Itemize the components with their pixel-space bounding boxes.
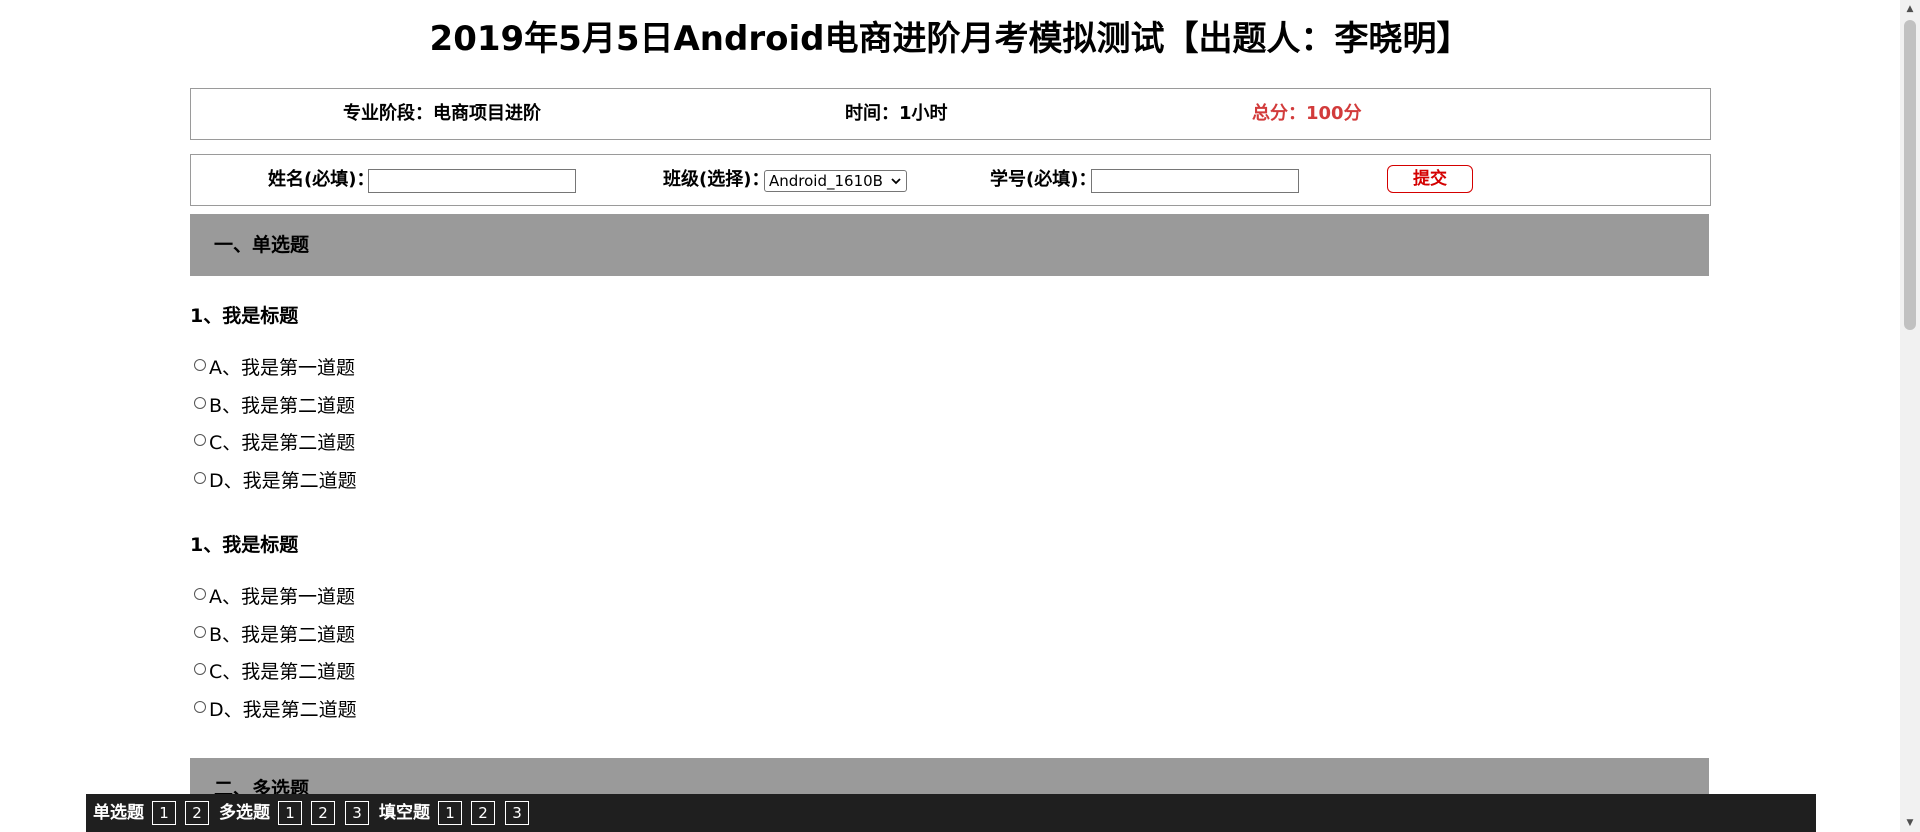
exam-page: 2019年5月5日Android电商进阶月考模拟测试【出题人：李晓明】 专业阶段… [0, 0, 1900, 832]
triangle-down-icon[interactable]: ▼ [1900, 814, 1920, 832]
nav-multi-choice-label: 多选题 [219, 803, 270, 823]
student-id-input[interactable] [1091, 169, 1299, 193]
vertical-scrollbar[interactable]: ▲ ▼ [1900, 0, 1920, 832]
nav-single-choice-label: 单选题 [93, 803, 144, 823]
chevron-down-icon [891, 172, 901, 196]
nav-fill-item[interactable]: 3 [505, 801, 529, 825]
option-a[interactable]: A、我是第一道题 [194, 353, 355, 383]
class-select-value: Android_1610B [769, 172, 883, 190]
class-label: 班级(选择)： [663, 169, 770, 190]
radio-unchecked-icon[interactable] [194, 359, 206, 371]
submit-button[interactable]: 提交 [1387, 165, 1473, 193]
option-text: C、我是第二道题 [209, 661, 356, 683]
total-score-text: 总分：100分 [1252, 103, 1362, 124]
name-input[interactable] [368, 169, 576, 193]
time-text: 时间：1小时 [845, 103, 948, 124]
nav-fill-item[interactable]: 2 [471, 801, 495, 825]
option-a[interactable]: A、我是第一道题 [194, 582, 355, 612]
nav-fill-blank-label: 填空题 [379, 803, 430, 823]
option-d[interactable]: D、我是第二道题 [194, 695, 357, 725]
exam-info-bar: 专业阶段：电商项目进阶 时间：1小时 总分：100分 [190, 88, 1711, 140]
nav-single-item[interactable]: 2 [185, 801, 209, 825]
nav-multi-item[interactable]: 3 [345, 801, 369, 825]
option-b[interactable]: B、我是第二道题 [194, 391, 355, 421]
question-item: 1、我是标题 A、我是第一道题 B、我是第二道题 C、我是第二道题 D、我是第二… [190, 301, 1690, 492]
option-text: A、我是第一道题 [209, 357, 355, 379]
radio-unchecked-icon[interactable] [194, 434, 206, 446]
section-heading-single-choice: 一、单选题 [190, 214, 1709, 276]
nav-fill-item[interactable]: 1 [438, 801, 462, 825]
question-item: 1、我是标题 A、我是第一道题 B、我是第二道题 C、我是第二道题 D、我是第二… [190, 530, 1690, 721]
option-text: D、我是第二道题 [209, 470, 357, 492]
nav-multi-item[interactable]: 1 [278, 801, 302, 825]
scrollbar-thumb[interactable] [1904, 20, 1916, 330]
triangle-up-icon[interactable]: ▲ [1900, 0, 1920, 18]
option-text: B、我是第二道题 [209, 395, 356, 417]
option-text: C、我是第二道题 [209, 432, 356, 454]
class-select[interactable]: Android_1610B [764, 170, 907, 192]
option-text: D、我是第二道题 [209, 699, 357, 721]
name-label: 姓名(必填)： [268, 169, 375, 190]
option-c[interactable]: C、我是第二道题 [194, 428, 355, 458]
option-d[interactable]: D、我是第二道题 [194, 466, 357, 496]
page-title: 2019年5月5日Android电商进阶月考模拟测试【出题人：李晓明】 [429, 19, 1471, 59]
radio-unchecked-icon[interactable] [194, 588, 206, 600]
question-nav-bar: 单选题 1 2 多选题 1 2 3 填空题 1 2 3 [86, 794, 1816, 832]
nav-single-item[interactable]: 1 [152, 801, 176, 825]
stage-text: 专业阶段：电商项目进阶 [343, 103, 541, 124]
option-c[interactable]: C、我是第二道题 [194, 657, 355, 687]
student-info-form: 姓名(必填)： 班级(选择)： Android_1610B 学号(必填)： 提交 [190, 154, 1711, 206]
option-text: B、我是第二道题 [209, 624, 356, 646]
question-title: 1、我是标题 [190, 305, 299, 327]
radio-unchecked-icon[interactable] [194, 472, 206, 484]
radio-unchecked-icon[interactable] [194, 701, 206, 713]
option-b[interactable]: B、我是第二道题 [194, 620, 355, 650]
option-text: A、我是第一道题 [209, 586, 355, 608]
radio-unchecked-icon[interactable] [194, 626, 206, 638]
nav-multi-item[interactable]: 2 [311, 801, 335, 825]
student-id-label: 学号(必填)： [990, 169, 1097, 190]
question-title: 1、我是标题 [190, 534, 299, 556]
radio-unchecked-icon[interactable] [194, 397, 206, 409]
radio-unchecked-icon[interactable] [194, 663, 206, 675]
